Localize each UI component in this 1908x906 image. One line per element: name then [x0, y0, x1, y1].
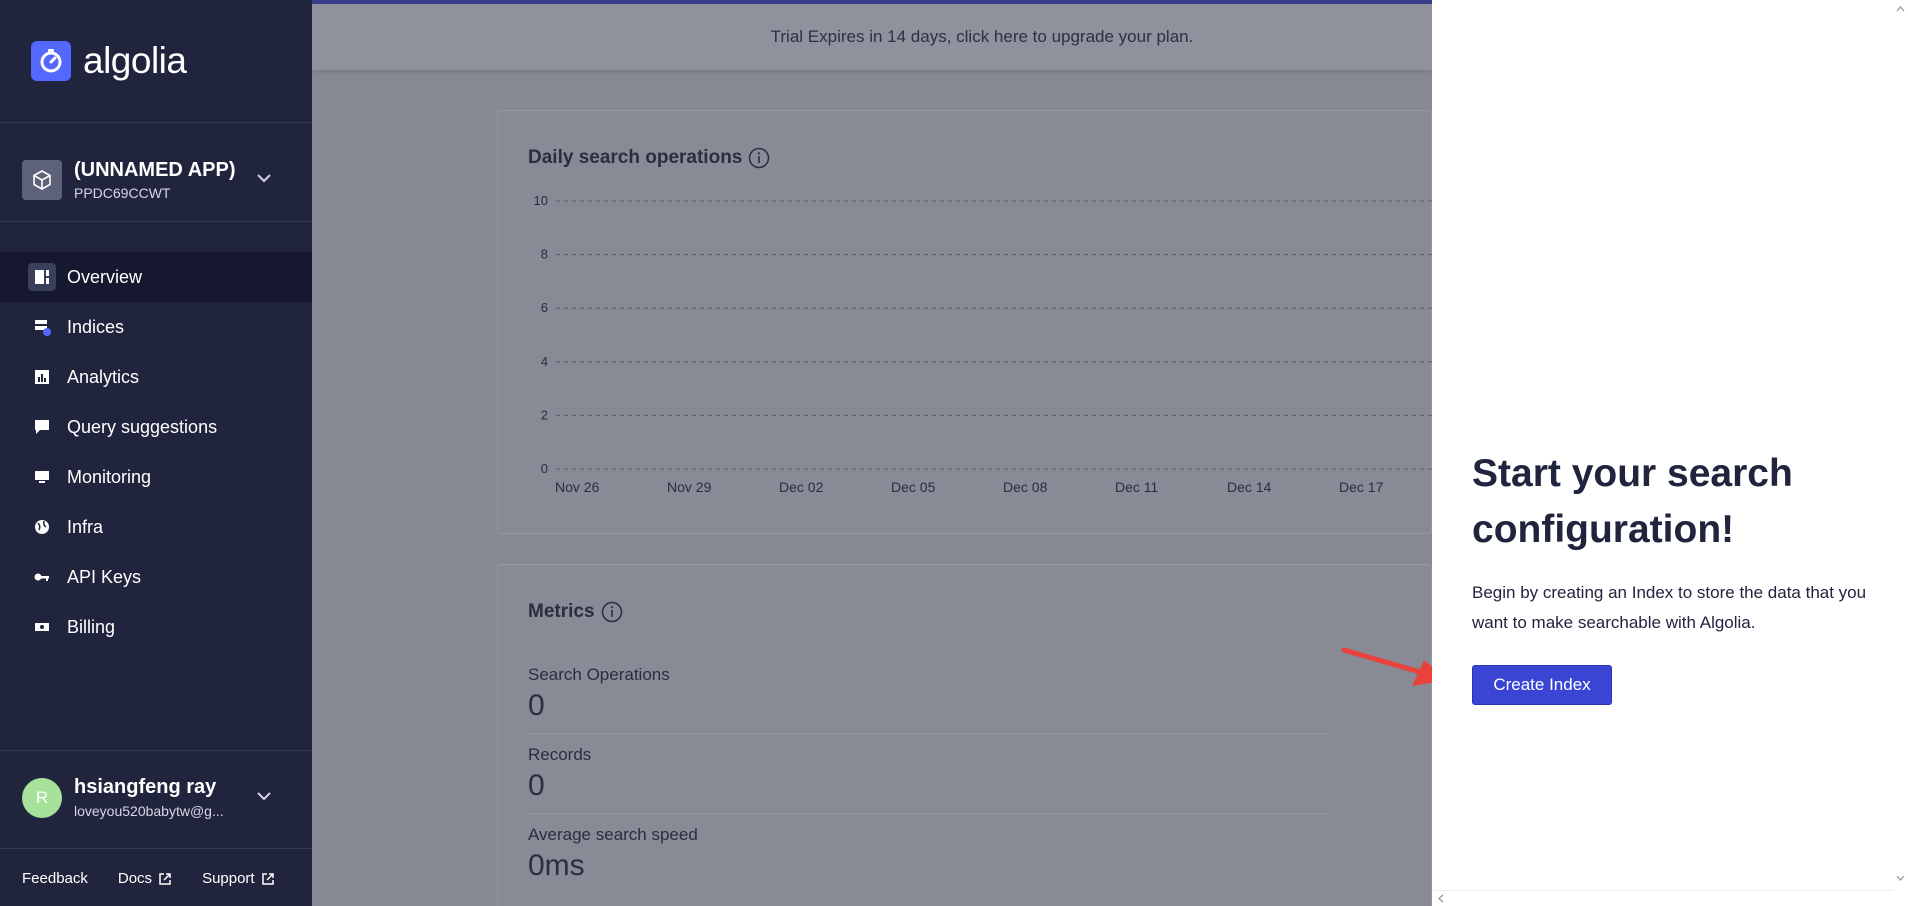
billing-icon: [28, 613, 56, 641]
app-switcher[interactable]: (UNNAMED APP) PPDC69CCWT: [22, 150, 302, 210]
metric-records: Records 0: [528, 745, 1228, 803]
trial-banner[interactable]: Trial Expires in 14 days, click here to …: [312, 4, 1432, 70]
y-tick-label: 2: [541, 407, 548, 422]
sidebar-item-label: Analytics: [67, 366, 140, 387]
algolia-logo[interactable]: algolia: [31, 40, 187, 82]
sidebar-item-analytics[interactable]: Analytics: [0, 352, 312, 402]
daily-search-chart: 10 8 6 4 2 0 Nov 26 Nov 29 Dec 02 Dec 05 Dec 08 Dec…: [534, 193, 1433, 495]
user-menu[interactable]: R hsiangfeng ray loveyou520babytw@g...: [22, 776, 302, 819]
metric-divider: [528, 733, 1328, 734]
query-suggestions-icon: [28, 413, 56, 441]
onboarding-panel: Start your search configuration! Begin b…: [1432, 0, 1908, 906]
daily-search-card: Daily search operations 10 8 6 4 2 0 Nov 26 Nov…: [497, 110, 1433, 534]
docs-label: Docs: [117, 870, 153, 887]
sidebar-item-query-suggestions[interactable]: Query suggestions: [0, 402, 312, 452]
sidebar-divider: [0, 221, 312, 222]
trial-banner-text: Trial Expires in 14 days, click here to …: [770, 27, 1194, 46]
scroll-down-icon[interactable]: [1893, 870, 1908, 885]
x-tick-label: Dec 08: [1003, 479, 1048, 495]
feedback-label: Feedback: [22, 870, 88, 887]
metric-average-search-speed: Average search speed 0ms: [528, 825, 1228, 883]
brand-name: algolia: [83, 40, 187, 81]
globe-icon: [28, 513, 56, 541]
y-tick-label: 8: [541, 247, 548, 262]
metric-search-operations: Search Operations 0: [528, 665, 1228, 723]
info-icon[interactable]: [601, 601, 623, 623]
sidebar-item-api-keys[interactable]: API Keys: [0, 552, 312, 602]
overview-icon: [28, 263, 56, 291]
horizontal-scrollbar[interactable]: [1432, 890, 1893, 906]
vertical-scrollbar[interactable]: [1893, 0, 1908, 906]
user-email: loveyou520babytw@g...: [74, 803, 224, 819]
key-icon: [28, 563, 56, 591]
app-id: PPDC69CCWT: [74, 185, 171, 201]
indices-icon: [28, 313, 56, 341]
x-tick-label: Nov 29: [667, 479, 712, 495]
metric-value: 0: [528, 689, 545, 722]
sidebar-item-label: Overview: [67, 266, 143, 287]
monitoring-icon: [28, 463, 56, 491]
sidebar-item-label: Monitoring: [67, 466, 152, 487]
card-title-text: Metrics: [528, 601, 595, 622]
x-tick-label: Dec 14: [1227, 479, 1272, 495]
create-index-button[interactable]: Create Index: [1472, 665, 1612, 705]
external-link-icon: [159, 872, 171, 885]
support-link[interactable]: Support: [202, 870, 275, 887]
scroll-left-icon[interactable]: [1434, 891, 1449, 906]
y-tick-label: 10: [534, 193, 548, 208]
docs-link[interactable]: Docs: [118, 870, 172, 887]
sidebar-divider: [0, 848, 312, 849]
x-tick-label: Dec 05: [891, 479, 936, 495]
sidebar: algolia (UNNAMED APP) PPDC69CCWT Overvie…: [0, 0, 312, 906]
cube-icon: [22, 160, 62, 200]
y-tick-label: 6: [541, 300, 548, 315]
metric-value: 0ms: [528, 849, 585, 882]
sidebar-footer: Feedback Docs Support: [22, 870, 305, 887]
chevron-down-icon[interactable]: [254, 168, 274, 188]
metric-value: 0: [528, 769, 545, 802]
y-tick-label: 0: [541, 461, 548, 476]
metric-label: Average search speed: [528, 825, 698, 844]
external-link-icon: [261, 872, 274, 885]
sidebar-item-monitoring[interactable]: Monitoring: [0, 452, 312, 502]
y-tick-label: 4: [541, 354, 548, 369]
sidebar-item-label: Infra: [67, 516, 104, 537]
app-name: (UNNAMED APP): [74, 159, 236, 181]
panel-description: Begin by creating an Index to store the …: [1472, 583, 1867, 632]
sidebar-nav: Overview Indices Analytics Query suggest…: [0, 252, 312, 652]
analytics-icon: [28, 363, 56, 391]
support-label: Support: [202, 870, 255, 887]
sidebar-item-billing[interactable]: Billing: [0, 602, 312, 652]
feedback-link[interactable]: Feedback: [22, 870, 88, 887]
stopwatch-icon: [31, 41, 71, 81]
sidebar-item-label: Indices: [67, 316, 125, 337]
panel-title: Start your search configuration!: [1472, 452, 1793, 551]
sidebar-item-overview[interactable]: Overview: [0, 252, 312, 302]
x-tick-label: Dec 17: [1339, 479, 1384, 495]
avatar: R: [22, 777, 62, 818]
metrics-title: Metrics: [528, 601, 623, 623]
sidebar-divider: [0, 750, 312, 751]
sidebar-item-infra[interactable]: Infra: [0, 502, 312, 552]
sidebar-item-label: Billing: [67, 616, 116, 637]
sidebar-item-label: API Keys: [67, 566, 142, 587]
sidebar-item-label: Query suggestions: [67, 416, 218, 437]
metric-label: Records: [528, 745, 592, 764]
user-name: hsiangfeng ray: [74, 776, 217, 798]
sidebar-item-indices[interactable]: Indices: [0, 302, 312, 352]
x-tick-label: Dec 02: [779, 479, 824, 495]
metrics-card: Metrics Search Operations 0 Records 0 Av…: [497, 564, 1618, 906]
x-tick-label: Dec 11: [1115, 479, 1159, 495]
x-tick-label: Nov 26: [555, 479, 600, 495]
metric-label: Search Operations: [528, 665, 670, 684]
metric-divider: [528, 813, 1328, 814]
main-content: Trial Expires in 14 days, click here to …: [312, 0, 1618, 906]
chevron-down-icon[interactable]: [254, 786, 274, 806]
sidebar-divider: [0, 122, 312, 123]
scroll-up-icon[interactable]: [1893, 2, 1908, 17]
